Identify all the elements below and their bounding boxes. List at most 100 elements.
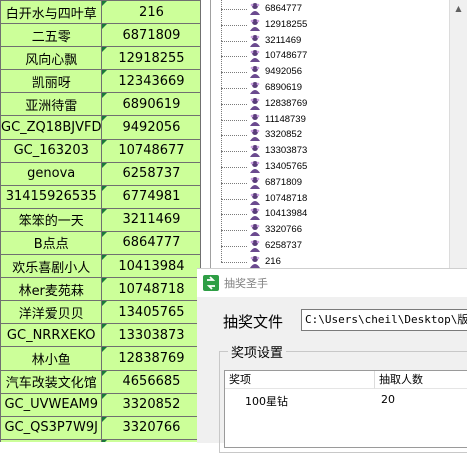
name-cell[interactable]: 亚洲待雷 — [0, 92, 103, 117]
id-cell[interactable]: 12343669 — [101, 69, 202, 94]
id-cell[interactable]: 6258737 — [101, 161, 202, 186]
tree-connector — [221, 9, 247, 10]
name-cell[interactable]: 风向心飘 — [0, 46, 103, 71]
scroll-up-icon[interactable]: ▲ — [450, 0, 467, 17]
id-cell[interactable]: 12838769 — [101, 346, 202, 371]
id-cell[interactable]: 10748677 — [101, 138, 202, 163]
lottery-dialog: 抽奖圣手 抽奖文件 C:\Users\cheil\Desktop\版块 奖项设置… — [197, 268, 467, 453]
name-cell[interactable]: GC_ZQ18BJVFD — [0, 115, 103, 140]
spreadsheet: 白开水与四叶草 216 二五零 6871809 风向心飘 12918255 凯丽呀 12343… — [0, 0, 204, 442]
tree-line — [221, 214, 222, 231]
tree-item-label: 10748718 — [265, 192, 308, 204]
id-cell[interactable]: 6890619 — [101, 92, 202, 117]
tree-item[interactable]: 10748718 — [221, 182, 451, 207]
count-cell[interactable]: 20 — [381, 393, 395, 406]
column-header-count[interactable]: 抽取人数 — [375, 371, 467, 389]
tree-item[interactable]: 6890619 — [221, 72, 451, 96]
prize-table[interactable]: 奖项 抽取人数 100星钻 20 — [224, 370, 467, 448]
id-cell[interactable]: 6871809 — [101, 23, 202, 48]
id-cell[interactable]: 13303873 — [101, 323, 202, 348]
id-cell[interactable]: 6774981 — [101, 184, 202, 209]
tree-connector — [221, 24, 247, 26]
id-cell[interactable]: 10413984 — [101, 254, 202, 279]
participant-table: 白开水与四叶草 216 二五零 6871809 风向心飘 12918255 凯丽呀 12343… — [0, 0, 202, 442]
table-row: 汽车改装文化馆 4656685 — [0, 369, 202, 394]
user-icon — [250, 145, 260, 158]
user-icon — [250, 240, 260, 252]
tree-connector — [221, 261, 247, 263]
name-cell[interactable]: GC_UVWEAM9 — [0, 392, 103, 417]
table-row: genova 6258737 — [0, 161, 202, 186]
id-cell[interactable]: 12918255 — [101, 46, 202, 71]
name-cell[interactable]: 凯丽呀 — [0, 69, 103, 94]
table-row: 欢乐喜剧小人 10413984 — [0, 254, 202, 279]
tree-connector — [221, 214, 247, 216]
name-cell[interactable]: 林er麦苑菻 — [0, 277, 103, 302]
tree-item[interactable]: 12838769 — [221, 87, 451, 112]
user-icon — [250, 97, 260, 110]
tree-item-label: 3320766 — [265, 224, 302, 236]
table-row: 二五零 6871809 — [0, 23, 202, 48]
id-cell[interactable]: 3211469 — [101, 207, 202, 232]
user-icon — [250, 66, 260, 79]
tree-item[interactable]: 6864777 — [221, 0, 451, 17]
dialog-titlebar[interactable]: 抽奖圣手 — [197, 269, 467, 297]
tree-item[interactable]: 6258737 — [221, 230, 451, 254]
group-title: 奖项设置 — [228, 342, 287, 361]
name-cell[interactable]: 二五零 — [0, 23, 103, 48]
user-icon — [250, 192, 260, 205]
tree-item[interactable]: 216 — [221, 245, 451, 268]
name-cell[interactable]: 31415926535 — [0, 184, 103, 209]
name-cell[interactable]: 笨笨的一天 — [0, 207, 103, 232]
name-cell[interactable]: 汽车改装文化馆 — [0, 369, 103, 394]
tree-connector — [221, 88, 247, 89]
prize-cell[interactable]: 100星钻 — [245, 393, 288, 409]
tree-item[interactable]: 12918255 — [221, 8, 451, 33]
tree-item-label: 13405765 — [265, 161, 308, 172]
id-cell[interactable]: 9492056 — [101, 115, 202, 140]
name-cell[interactable]: GC_QS3P7W9J — [0, 415, 103, 440]
tree-connector — [221, 230, 247, 232]
tree-item[interactable]: 3211469 — [221, 24, 451, 49]
tree-line — [221, 56, 222, 73]
name-cell[interactable]: genova — [0, 161, 103, 186]
tree-item[interactable]: 13303873 — [221, 135, 451, 159]
name-cell[interactable]: GC_NRRXEKO — [0, 323, 103, 348]
tree-item[interactable]: 3320766 — [221, 214, 451, 238]
id-cell[interactable]: 10748718 — [101, 277, 202, 302]
tree-item[interactable]: 6871809 — [221, 166, 451, 191]
vertical-scrollbar[interactable]: ▲ — [449, 0, 467, 268]
tree-item[interactable]: 3320852 — [221, 119, 451, 143]
id-cell[interactable]: 3320766 — [101, 415, 202, 440]
table-row: 笨笨的一天 3211469 — [0, 207, 202, 232]
tree-item[interactable]: 13405765 — [221, 151, 451, 175]
tree-view[interactable]: 6864777 12918255 3211469 10748677 9492056 689… — [210, 0, 467, 268]
id-cell[interactable]: 6864777 — [101, 230, 202, 256]
name-cell[interactable]: 欢乐喜剧小人 — [0, 254, 103, 279]
file-label: 抽奖文件 — [223, 313, 284, 331]
id-cell[interactable]: 13405765 — [101, 300, 202, 325]
user-icon — [250, 34, 260, 47]
tree-line — [221, 0, 222, 9]
name-cell[interactable]: GC_163203 — [0, 138, 103, 163]
name-cell[interactable]: 白开水与四叶草 — [0, 0, 103, 25]
tree-item[interactable]: 10413984 — [221, 198, 451, 222]
tree-item-label: 10413984 — [265, 208, 308, 220]
table-row: 亚洲待雷 6890619 — [0, 92, 202, 117]
tree-connector — [221, 167, 247, 168]
id-cell[interactable]: 216 — [101, 0, 202, 25]
tree-item-label: 13303873 — [265, 145, 308, 157]
name-cell[interactable]: 洋洋爱贝贝 — [0, 300, 103, 325]
file-path-input[interactable]: C:\Users\cheil\Desktop\版块 — [301, 309, 467, 331]
tree-item[interactable]: 10748677 — [221, 40, 451, 64]
id-cell[interactable]: 4656685 — [101, 369, 202, 394]
tree-item[interactable]: 11148739 — [221, 103, 451, 128]
column-header-prize[interactable]: 奖项 — [225, 371, 375, 389]
table-row: GC_UVWEAM9 3320852 — [0, 392, 202, 417]
tree-line — [221, 245, 222, 262]
name-cell[interactable]: B点点 — [0, 230, 103, 256]
name-cell[interactable]: 林小鱼 — [0, 346, 103, 371]
user-icon — [250, 18, 260, 31]
tree-item[interactable]: 9492056 — [221, 56, 451, 80]
id-cell[interactable]: 3320852 — [101, 392, 202, 417]
